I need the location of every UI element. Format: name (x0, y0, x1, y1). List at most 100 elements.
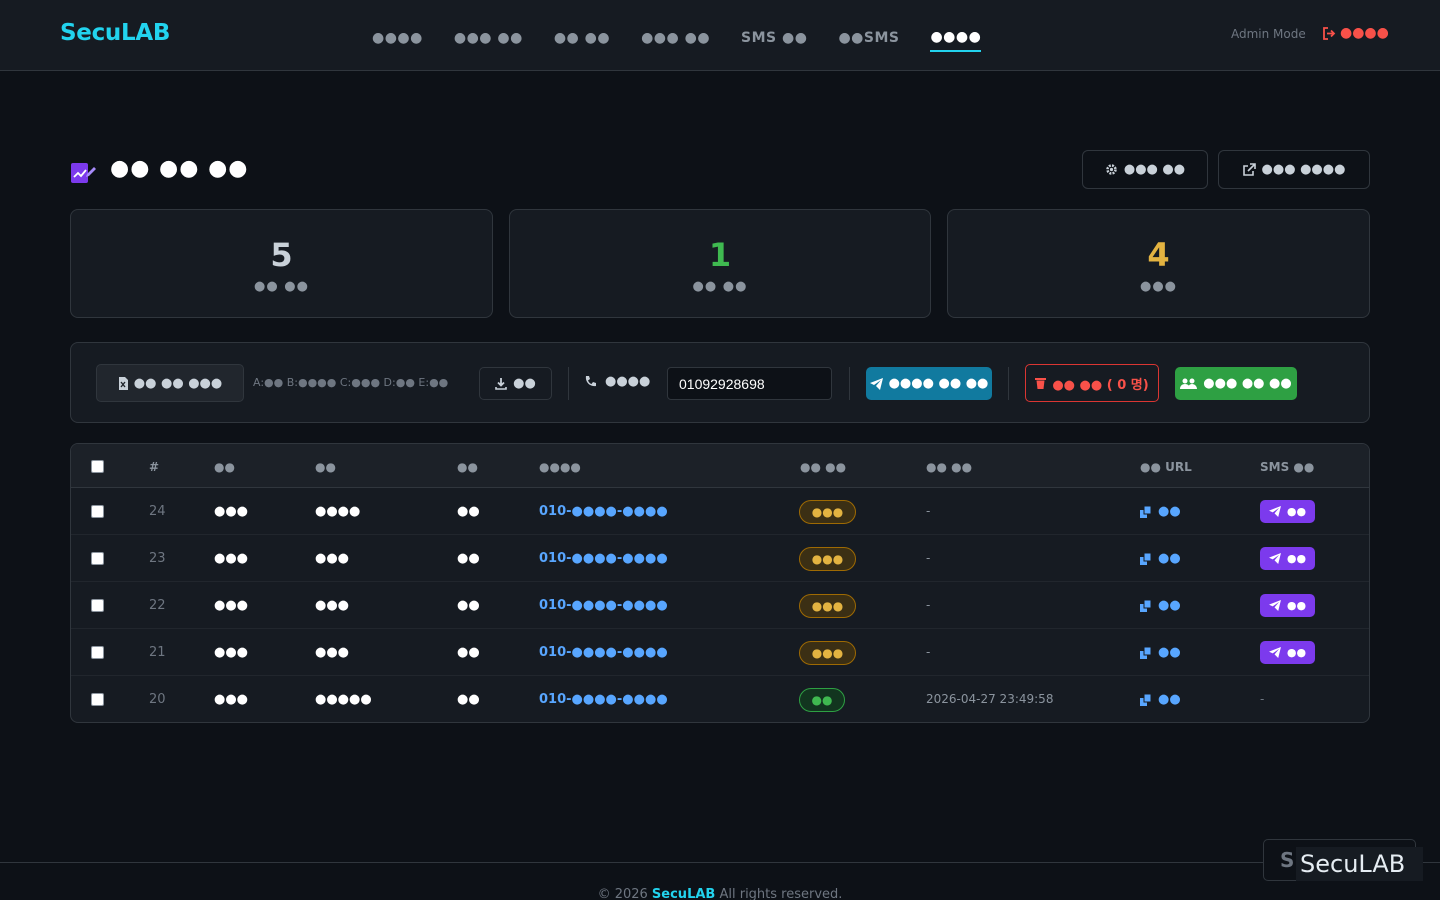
delete-selected-button[interactable]: ●● ●● ( 0 명) (1025, 364, 1159, 402)
delete-selected-label: ●● ●● ( 0 명) (1052, 377, 1149, 393)
copy-url-link[interactable]: ●● (1140, 598, 1181, 613)
footer-copyright-year: © 2026 (597, 887, 648, 900)
download-icon (495, 377, 507, 390)
row-id: 21 (149, 645, 166, 660)
copy-url-label: ●● (1158, 692, 1181, 707)
row-name: ●●● (214, 645, 249, 660)
admin-mode-label: Admin Mode (1231, 27, 1306, 41)
logout-icon (1323, 26, 1336, 40)
stat-card-pending: 4 ●●● (947, 209, 1370, 318)
row-checkbox[interactable] (91, 599, 104, 612)
row-dept: ●●●●● (315, 692, 372, 707)
select-all-checkbox[interactable] (91, 460, 104, 473)
row-phone: 010-●●●●-●●●● (539, 692, 668, 707)
row-time: - (926, 598, 931, 612)
external-link-icon (1242, 163, 1256, 176)
settings-button[interactable]: ●●● ●● (1082, 150, 1208, 189)
stat-card-done: 1 ●● ●● (509, 209, 931, 318)
header-url: ●● URL (1140, 460, 1192, 474)
row-checkbox[interactable] (91, 693, 104, 706)
status-badge: ●● (799, 688, 845, 712)
logout-button[interactable]: ●●●● (1322, 25, 1389, 41)
table-row[interactable]: 21 ●●● ●●● ●● 010-●●●●-●●●● ●●● - ●● ●● (71, 629, 1369, 676)
row-checkbox[interactable] (91, 552, 104, 565)
table-header: # ●● ●● ●● ●●●● ●● ●● ●● ●● ●● URL SMS ●… (71, 444, 1369, 488)
table-row[interactable]: 22 ●●● ●●● ●● 010-●●●●-●●●● ●●● - ●● ●● (71, 582, 1369, 629)
send-sms-button[interactable]: ●● (1260, 547, 1315, 570)
copy-url-link[interactable]: ●● (1140, 645, 1181, 660)
logout-label: ●●●● (1340, 25, 1389, 41)
test-phone-input[interactable] (667, 367, 832, 400)
send-test-button[interactable]: ●●●● ●● ●● (866, 367, 992, 400)
open-external-button[interactable]: ●●● ●●●● (1218, 150, 1370, 189)
table-row[interactable]: 24 ●●● ●●●● ●● 010-●●●●-●●●● ●●● - ●● ●● (71, 488, 1369, 535)
toolbar-divider (1008, 367, 1009, 400)
nav-item-1[interactable]: ●●●● (372, 24, 423, 52)
row-name: ●●● (214, 598, 249, 613)
group-send-button[interactable]: ●●● ●● ●● (1175, 367, 1297, 400)
page-title: ●● ●● ●● (110, 156, 249, 181)
paper-plane-icon (1268, 647, 1281, 658)
row-time: 2026-04-27 23:49:58 (926, 692, 1054, 706)
action-toolbar: ●● ●● ●●● A:●● B:●●●● C:●●● D:●● E:●● ●●… (70, 342, 1370, 423)
send-sms-button[interactable]: ●● (1260, 641, 1315, 664)
copy-url-label: ●● (1158, 645, 1181, 660)
nav-item-4[interactable]: ●●● ●● (641, 24, 710, 52)
paper-plane-icon (1268, 553, 1281, 564)
copy-url-label: ●● (1158, 598, 1181, 613)
brand-logo[interactable]: SecuLAB (60, 20, 170, 46)
excel-file-icon (118, 376, 128, 390)
nav-item-active[interactable]: ●●●● (930, 24, 982, 52)
send-test-label: ●●●● ●● ●● (888, 376, 989, 391)
table-row[interactable]: 23 ●●● ●●● ●● 010-●●●●-●●●● ●●● - ●● ●● (71, 535, 1369, 582)
test-phone-label: ●●●● (584, 374, 650, 389)
paper-plane-icon (1268, 600, 1281, 611)
header-id: # (149, 460, 160, 474)
row-phone: 010-●●●●-●●●● (539, 551, 668, 566)
send-sms-label: ●● (1286, 646, 1307, 659)
nav-item-sms-2[interactable]: ●●SMS (838, 24, 899, 52)
toolbar-divider (568, 367, 569, 400)
header-phone: ●●●● (539, 460, 581, 474)
footer: © 2026 SecuLAB All rights reserved. (0, 862, 1440, 900)
stat-total-value: 5 (270, 236, 293, 274)
row-time: - (926, 551, 931, 565)
nav-item-sms[interactable]: SMS ●● (741, 24, 807, 52)
row-name: ●●● (214, 504, 249, 519)
download-template-button[interactable]: ●● (479, 367, 552, 400)
send-sms-label: ●● (1286, 505, 1307, 518)
row-id: 22 (149, 598, 166, 613)
row-checkbox[interactable] (91, 505, 104, 518)
row-position: ●● (457, 692, 480, 707)
stat-card-total: 5 ●● ●● (70, 209, 493, 318)
footer-rights: All rights reserved. (719, 887, 843, 900)
row-phone: 010-●●●●-●●●● (539, 504, 668, 519)
test-phone-text: ●●●● (605, 374, 651, 389)
targets-table: # ●● ●● ●● ●●●● ●● ●● ●● ●● ●● URL SMS ●… (70, 443, 1370, 723)
table-row[interactable]: 20 ●●● ●●●●● ●● 010-●●●●-●●●● ●● 2026-04… (71, 676, 1369, 722)
phone-icon (585, 376, 596, 387)
send-sms-button[interactable]: ●● (1260, 594, 1315, 617)
copy-url-label: ●● (1158, 504, 1181, 519)
copy-icon (1140, 505, 1152, 518)
send-sms-button[interactable]: ●● (1260, 500, 1315, 523)
copy-url-link[interactable]: ●● (1140, 504, 1181, 519)
paper-plane-icon (869, 377, 883, 390)
row-dept: ●●● (315, 645, 350, 660)
nav-item-3[interactable]: ●● ●● (554, 24, 610, 52)
users-icon (1180, 378, 1198, 389)
header-dept: ●● (315, 460, 336, 474)
copy-url-link[interactable]: ●● (1140, 692, 1181, 707)
download-label: ●● (513, 376, 536, 391)
settings-button-label: ●●● ●● (1123, 162, 1186, 177)
row-position: ●● (457, 645, 480, 660)
row-position: ●● (457, 551, 480, 566)
nav-item-2[interactable]: ●●● ●● (454, 24, 523, 52)
copy-icon (1140, 599, 1152, 612)
row-time: - (926, 504, 931, 518)
copy-url-link[interactable]: ●● (1140, 551, 1181, 566)
file-upload-button[interactable]: ●● ●● ●●● (96, 364, 244, 402)
row-dept: ●●●● (315, 504, 361, 519)
stat-done-value: 1 (708, 236, 732, 274)
row-checkbox[interactable] (91, 646, 104, 659)
